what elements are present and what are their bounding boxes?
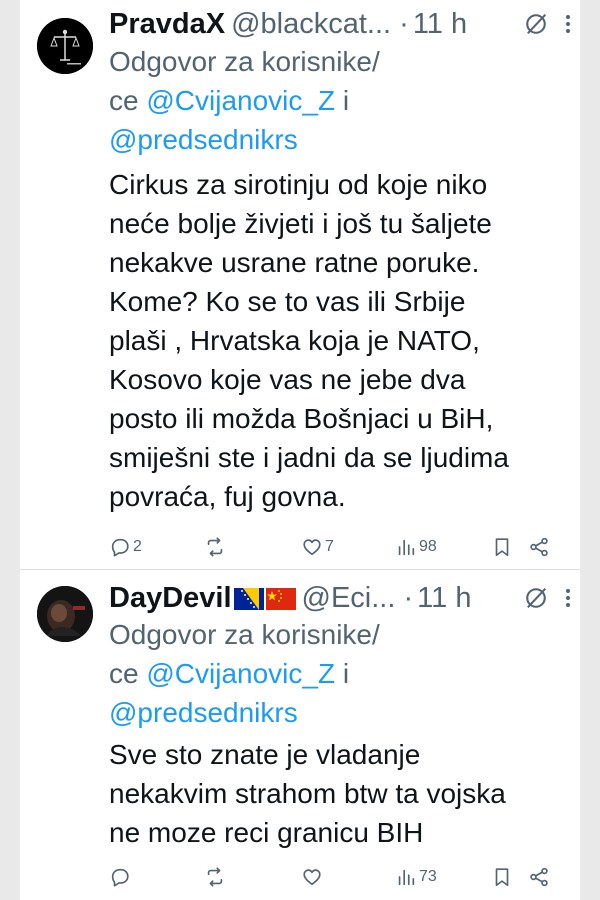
reply-context-label: Odgovor za korisnike/ <box>109 619 380 650</box>
tweet-text-line: ne moze reci granicu BIH <box>109 817 424 848</box>
reply-button[interactable]: 2 <box>109 532 142 562</box>
reply-context-and: i <box>335 85 350 116</box>
timestamp[interactable]: 11 h <box>417 582 471 614</box>
views-button[interactable]: 73 <box>395 862 437 892</box>
reply-count: 2 <box>133 538 142 555</box>
right-margin-bar <box>580 0 600 900</box>
tweet-text-line: Cirkus za sirotinju od koje niko <box>109 169 488 200</box>
bosnia-flag-icon <box>233 588 264 610</box>
repost-icon <box>207 867 223 887</box>
china-flag-icon <box>265 588 296 610</box>
share-button[interactable] <box>528 862 550 892</box>
tweet-header: DayDevil @Eci... · 11 h <box>109 578 524 618</box>
repost-button[interactable] <box>204 862 228 892</box>
reply-context: Odgovor za korisnike/ ce @Cvijanovic_Z i… <box>109 615 560 732</box>
avatar[interactable] <box>37 586 93 642</box>
bookmark-icon <box>495 868 509 887</box>
mention-link[interactable]: @predsednikrs <box>109 697 298 728</box>
tweet-text-line: Kome? Ko se to vas ili Srbije <box>109 286 466 317</box>
tweet-text-line: Sve sto znate je vladanje <box>109 739 421 770</box>
separator-dot: · <box>399 8 409 40</box>
user-handle[interactable]: @blackcat... <box>231 8 391 40</box>
more-options-icon[interactable] <box>556 12 580 36</box>
tweet[interactable]: PravdaX @blackcat... · 11 h Odgovor za kor… <box>20 0 580 570</box>
tweet-text-line: nekakve usrane ratne poruke. <box>109 247 480 278</box>
share-icon <box>530 867 548 887</box>
tweet-text-line: smiješni ste i jadni da se ljudima <box>109 442 509 473</box>
timestamp[interactable]: 11 h <box>413 8 467 40</box>
grok-icon[interactable] <box>522 10 550 38</box>
tweet-text-line: plaši , Hrvatska koja je NATO, <box>109 325 480 356</box>
like-button[interactable] <box>301 862 325 892</box>
tweet-actions: 2 7 98 <box>109 532 580 562</box>
scales-of-justice-avatar-icon <box>37 18 93 74</box>
views-icon <box>398 869 415 886</box>
tweet-text-line: neće bolje živjeti i još tu šaljete <box>109 208 492 239</box>
repost-button[interactable] <box>204 532 228 562</box>
tweet-text: Sve sto znate je vladanje nekakvim strah… <box>109 735 570 852</box>
grok-icon[interactable] <box>522 584 550 612</box>
mention-link[interactable]: @Cvijanovic_Z <box>146 85 335 116</box>
reply-context-label: Odgovor za korisnike/ <box>109 46 380 77</box>
bookmark-button[interactable] <box>491 532 513 562</box>
reply-context-and: i <box>335 658 350 689</box>
share-button[interactable] <box>528 532 550 562</box>
tweet-text-line: nekakvim strahom btw ta vojska <box>109 778 506 809</box>
heart-icon <box>303 539 321 556</box>
mention-link[interactable]: @predsednikrs <box>109 124 298 155</box>
reply-icon <box>111 538 129 557</box>
reply-icon <box>111 868 129 887</box>
reply-context: Odgovor za korisnike/ ce @Cvijanovic_Z i… <box>109 42 560 159</box>
tweet[interactable]: DayDevil @Eci... · 11 h Odgovor za korisn… <box>20 570 580 900</box>
tweet-header: PravdaX @blackcat... · 11 h <box>109 4 524 44</box>
tweet-actions: 73 <box>109 862 580 892</box>
views-count: 73 <box>419 868 437 885</box>
repost-icon <box>207 537 223 557</box>
tweet-text-line: Kosovo koje vas ne jebe dva <box>109 364 466 395</box>
heart-icon <box>303 869 321 886</box>
bookmark-icon <box>495 538 509 557</box>
tweet-text-line: povraća, fuj govna. <box>109 481 346 512</box>
share-icon <box>530 537 548 557</box>
dark-figure-avatar-icon <box>37 586 93 642</box>
tweet-text-line: posto ili možda Bošnjaci u BiH, <box>109 403 494 434</box>
tweet-text: Cirkus za sirotinju od koje niko neće bo… <box>109 165 570 516</box>
views-button[interactable]: 98 <box>395 532 437 562</box>
user-handle[interactable]: @Eci... <box>302 582 396 614</box>
avatar[interactable] <box>37 18 93 74</box>
views-count: 98 <box>419 538 437 555</box>
bookmark-button[interactable] <box>491 862 513 892</box>
like-button[interactable]: 7 <box>301 532 334 562</box>
display-name[interactable]: DayDevil <box>109 582 232 614</box>
reply-button[interactable] <box>109 862 133 892</box>
reply-context-prefix: ce <box>109 658 147 689</box>
like-count: 7 <box>325 538 334 555</box>
separator-dot: · <box>403 582 414 614</box>
views-icon <box>398 539 415 556</box>
more-options-icon[interactable] <box>556 586 580 610</box>
left-margin-bar <box>0 0 20 900</box>
mention-link[interactable]: @Cvijanovic_Z <box>146 658 335 689</box>
display-name[interactable]: PravdaX <box>109 8 225 40</box>
reply-context-prefix: ce <box>109 85 147 116</box>
